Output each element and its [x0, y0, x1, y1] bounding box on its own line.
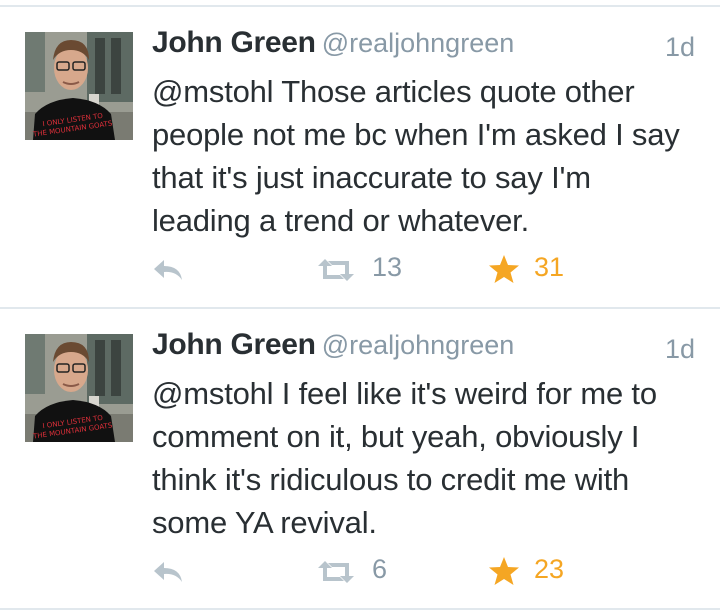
tweet-actions: 6 23 — [0, 552, 720, 592]
timestamp[interactable]: 1d — [665, 334, 695, 365]
tweet-text: @mstohl I feel like it's weird for me to… — [152, 372, 702, 544]
favorite-count: 23 — [534, 554, 565, 584]
avatar-photo: I ONLY LISTEN TO THE MOUNTAIN GOATS — [25, 32, 133, 140]
tweet[interactable]: I ONLY LISTEN TO THE MOUNTAIN GOATS John… — [0, 308, 720, 608]
tweet-text: @mstohl Those articles quote other peopl… — [152, 70, 702, 242]
tweet-header: John Green @realjohngreen — [152, 328, 697, 372]
tweet-text-line: comment on it, but yeah, obviously I — [152, 419, 640, 454]
favorite-count: 31 — [534, 252, 565, 282]
retweet-icon[interactable] — [315, 258, 357, 282]
user-handle[interactable]: @realjohngreen — [322, 330, 515, 360]
tweet-text-line: @mstohl I feel like it's weird for me to — [152, 376, 657, 411]
bottom-divider — [0, 608, 720, 610]
avatar-photo: I ONLY LISTEN TO THE MOUNTAIN GOATS — [25, 334, 133, 442]
tweet-actions: 13 31 — [0, 250, 720, 290]
avatar[interactable]: I ONLY LISTEN TO THE MOUNTAIN GOATS — [25, 334, 133, 442]
tweet-text-line: think it's ridiculous to credit me with — [152, 462, 630, 497]
avatar[interactable]: I ONLY LISTEN TO THE MOUNTAIN GOATS — [25, 32, 133, 140]
display-name[interactable]: John Green — [152, 328, 316, 361]
tweet-text-line: some YA revival. — [152, 505, 377, 540]
retweet-count: 6 — [372, 554, 388, 584]
tweet[interactable]: I ONLY LISTEN TO THE MOUNTAIN GOATS John… — [0, 6, 720, 306]
star-icon[interactable] — [488, 556, 520, 586]
user-handle[interactable]: @realjohngreen — [322, 28, 515, 58]
star-icon[interactable] — [488, 254, 520, 284]
display-name[interactable]: John Green — [152, 26, 316, 59]
tweet-text-line: leading a trend or whatever. — [152, 203, 529, 238]
tweet-text-line: @mstohl Those articles quote other — [152, 74, 635, 109]
reply-icon[interactable] — [150, 558, 186, 586]
retweet-icon[interactable] — [315, 560, 357, 584]
tweet-text-line: that it's just inaccurate to say I'm — [152, 160, 591, 195]
tweet-header: John Green @realjohngreen — [152, 26, 697, 70]
reply-icon[interactable] — [150, 256, 186, 284]
tweet-text-line: people not me bc when I'm asked I say — [152, 117, 680, 152]
timestamp[interactable]: 1d — [665, 32, 695, 63]
retweet-count: 13 — [372, 252, 403, 282]
